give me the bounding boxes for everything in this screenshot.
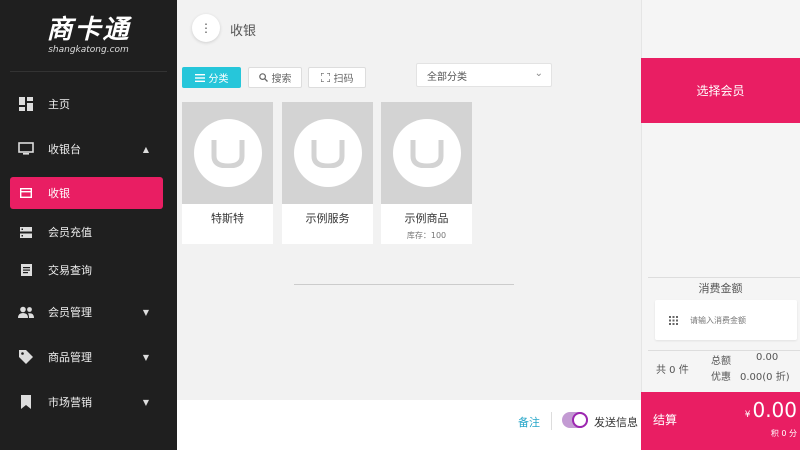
logo-sub: shangkatong.com [48, 45, 129, 55]
sidebar-item-label: 会员管理 [48, 306, 92, 319]
category-label: 分类 [208, 74, 229, 85]
scan-icon [320, 73, 330, 82]
divider [551, 412, 552, 430]
monitor-icon [18, 141, 34, 157]
page-title: 收银 [230, 24, 257, 39]
logo-main: 商卡通 [46, 15, 131, 45]
toggle-knob [572, 412, 588, 428]
remark-link[interactable]: 备注 [518, 414, 540, 430]
chevron-down-icon: ▼ [142, 352, 149, 362]
category-select-value: 全部分类 [427, 71, 467, 83]
discount-value: 0.00(0 折) [740, 372, 790, 383]
chevron-up-icon: ▲ [142, 144, 149, 154]
bookmark-icon [18, 394, 34, 410]
sidebar-item-label: 主页 [48, 98, 70, 111]
sidebar-item-transaction-query[interactable]: 交易查询 [10, 254, 163, 286]
divider [648, 350, 800, 351]
logo: 商卡通 shangkatong.com [10, 0, 167, 72]
product-thumbnail [282, 102, 373, 204]
list-icon [194, 73, 205, 82]
sidebar-item-label: 收银台 [48, 143, 81, 156]
search-label: 搜索 [271, 74, 292, 85]
sidebar-item-label: 市场营销 [48, 396, 92, 409]
product-card[interactable]: 特斯特 [182, 102, 273, 244]
product-name: 示例服务 [305, 212, 350, 225]
sidebar-item-label: 交易查询 [48, 264, 92, 277]
search-icon [258, 73, 268, 82]
product-thumbnail [381, 102, 472, 204]
sidebar-item-label: 会员充值 [48, 226, 92, 239]
checkout-button[interactable]: 结算 ¥0.00 积 0 分 [641, 392, 800, 450]
item-count: 共 0 件 [656, 365, 689, 376]
scan-button[interactable]: 扫码 [308, 67, 366, 88]
select-member-button[interactable]: 选择会员 [641, 58, 800, 123]
scan-label: 扫码 [333, 74, 354, 85]
placeholder-logo-icon [193, 119, 262, 187]
placeholder-logo-icon [293, 119, 362, 187]
product-card[interactable]: 示例商品 库存：100 [381, 102, 472, 244]
product-card[interactable]: 示例服务 [282, 102, 373, 244]
checkout-total: ¥0.00 [745, 398, 797, 422]
sidebar-item-home[interactable]: 主页 [10, 88, 163, 120]
sidebar: 商卡通 shangkatong.com 主页 收银台 ▲ 收银 会员充值 交易查… [0, 0, 177, 450]
amount-input[interactable] [690, 315, 786, 325]
sidebar-item-goods-mgmt[interactable]: 商品管理 ▼ [10, 341, 163, 373]
sidebar-item-member-recharge[interactable]: 会员充值 [10, 216, 163, 248]
product-stock: 库存：100 [406, 231, 447, 240]
card-icon [20, 187, 32, 199]
tag-icon [18, 349, 34, 365]
amount-label: 消费金额 [698, 282, 743, 295]
keypad-icon [669, 315, 678, 325]
total-label: 总额 [711, 356, 731, 367]
chevron-down-icon: ▼ [142, 307, 149, 317]
product-thumbnail [182, 102, 273, 204]
sidebar-item-label: 商品管理 [48, 351, 92, 364]
checkout-total-value: 0.00 [752, 398, 797, 422]
document-icon [20, 264, 32, 276]
currency-symbol: ¥ [744, 410, 751, 420]
product-name: 特斯特 [211, 212, 244, 225]
storage-icon [20, 226, 32, 238]
amount-field[interactable] [655, 300, 797, 340]
total-value: 0.00 [756, 352, 779, 363]
send-message-toggle[interactable] [562, 412, 588, 428]
dashboard-icon [18, 96, 34, 112]
points-text: 积 0 分 [770, 429, 797, 438]
sidebar-item-cashier-desk[interactable]: 收银台 ▲ [10, 133, 163, 165]
sidebar-item-member-mgmt[interactable]: 会员管理 ▼ [10, 296, 163, 328]
chevron-down-icon: ▼ [142, 397, 149, 407]
list-end-divider [294, 284, 514, 285]
discount-label: 优惠 [711, 372, 731, 383]
search-button[interactable]: 搜索 [248, 67, 302, 88]
placeholder-logo-icon [392, 119, 461, 187]
send-message-label: 发送信息 [594, 416, 638, 429]
category-select[interactable]: 全部分类 ⌄ [416, 63, 552, 87]
sidebar-item-marketing[interactable]: 市场营销 ▼ [10, 386, 163, 418]
chevron-down-icon: ⌄ [534, 68, 543, 79]
checkout-label: 结算 [653, 413, 678, 427]
sidebar-item-cashier[interactable]: 收银 [10, 177, 163, 209]
more-menu-button[interactable]: ⋮ [192, 14, 220, 42]
divider [648, 277, 800, 278]
product-name: 示例商品 [404, 212, 449, 225]
more-vert-icon: ⋮ [200, 21, 212, 35]
sidebar-item-label: 收银 [48, 187, 70, 200]
category-button[interactable]: 分类 [182, 67, 241, 88]
people-icon [18, 304, 34, 320]
